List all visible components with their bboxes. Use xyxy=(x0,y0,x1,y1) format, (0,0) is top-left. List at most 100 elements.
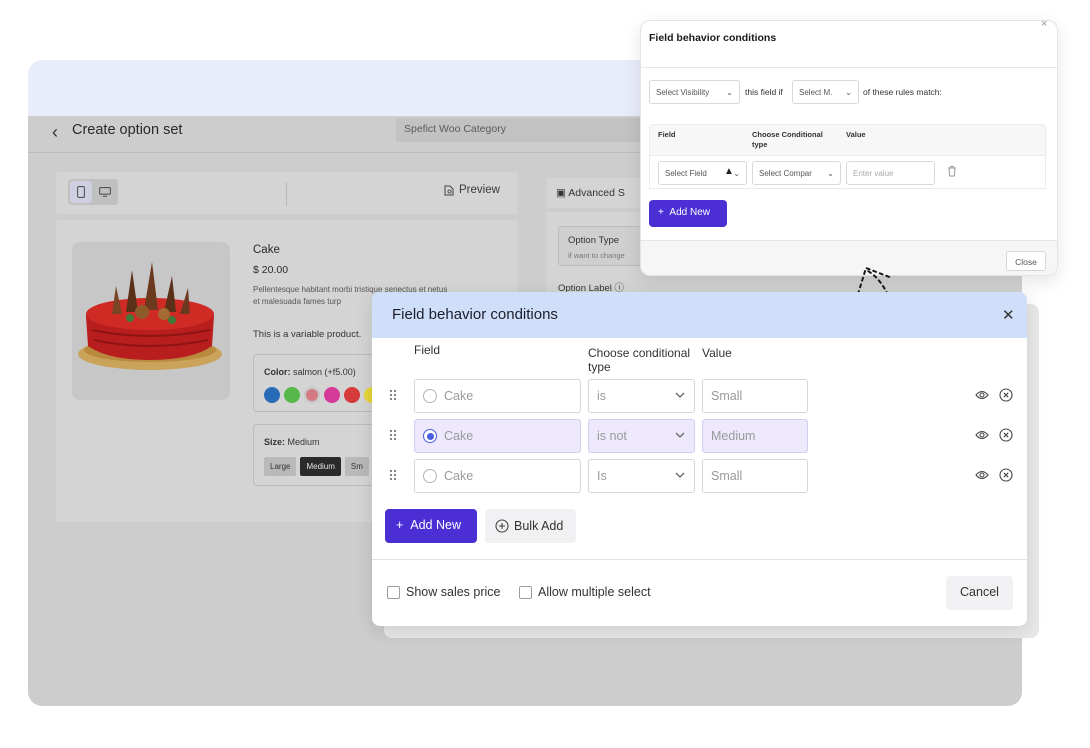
back-chevron-icon[interactable]: ‹ xyxy=(52,122,58,143)
option-type-label: Option Type xyxy=(568,235,620,246)
allow-multiple-select-label: Allow multiple select xyxy=(538,585,651,599)
value-input[interactable]: Small xyxy=(702,379,808,413)
conditional-type-select[interactable]: is xyxy=(588,379,695,413)
color-swatch[interactable] xyxy=(284,387,300,403)
column-header-field: Field xyxy=(414,343,441,357)
conditional-type-value: Is xyxy=(597,469,607,483)
plus-icon: + xyxy=(658,207,664,218)
size-option-box: Size: Medium Large Medium Sm xyxy=(253,424,383,486)
cake-illustration xyxy=(78,262,222,370)
drag-handle-icon[interactable] xyxy=(388,388,398,402)
divider xyxy=(286,182,287,206)
conditional-type-select[interactable]: is not xyxy=(588,419,695,453)
plus-circle-icon xyxy=(495,519,509,533)
field-value: Cake xyxy=(444,389,474,403)
row-radio[interactable] xyxy=(423,389,437,403)
add-new-button[interactable]: + Add New xyxy=(649,200,727,227)
match-select[interactable]: Select M. ⌄ xyxy=(792,80,859,104)
dialog-header: Field behavior conditions ✕ xyxy=(372,292,1027,338)
preview-button[interactable]: Preview xyxy=(444,184,500,196)
field-select[interactable]: Cake xyxy=(414,419,581,453)
color-swatch[interactable] xyxy=(304,387,320,403)
visibility-select[interactable]: Select Visibility ⌄ xyxy=(649,80,740,104)
value-text: Small xyxy=(711,469,743,483)
conditions-table-header: Field Choose Conditional type Value xyxy=(649,124,1046,156)
size-option[interactable]: Large xyxy=(264,457,297,476)
chevron-down-icon: ⌄ xyxy=(827,169,834,178)
chevron-down-icon: ⌄ xyxy=(733,169,740,178)
condition-row: Cake is Small xyxy=(372,379,1027,413)
show-sales-price-label: Show sales price xyxy=(406,585,501,599)
row-radio[interactable] xyxy=(423,469,437,483)
chevron-down-icon xyxy=(675,392,685,398)
this-field-if-text: this field if xyxy=(745,87,783,97)
row-radio[interactable] xyxy=(423,429,437,443)
value-text: Medium xyxy=(711,429,756,443)
column-header-value: Value xyxy=(846,130,866,139)
value-input[interactable]: Small xyxy=(702,459,808,493)
settings-icon: ▣ xyxy=(556,187,566,199)
eye-icon[interactable] xyxy=(975,389,989,401)
preview-label: Preview xyxy=(459,184,500,196)
close-icon[interactable]: ✕ xyxy=(1002,306,1015,324)
field-select[interactable]: Cake xyxy=(414,379,581,413)
field-select[interactable]: Cake xyxy=(414,459,581,493)
device-toggle xyxy=(68,179,118,205)
color-swatch[interactable] xyxy=(264,387,280,403)
condition-row: Cake Is Small xyxy=(372,459,1027,493)
conditions-table-row: Select Field ⌄ ▲ Select Compar ⌄ Enter val… xyxy=(649,155,1046,189)
column-header-value: Value xyxy=(702,346,732,360)
value-input[interactable]: Enter value xyxy=(846,161,935,185)
size-label: Size: Medium xyxy=(264,437,320,447)
category-input[interactable]: Spefict Woo Category xyxy=(396,118,642,142)
field-value: Cake xyxy=(444,469,474,483)
show-sales-price-checkbox[interactable] xyxy=(387,586,400,599)
add-new-button[interactable]: + Add New xyxy=(385,509,477,543)
eye-icon[interactable] xyxy=(975,469,989,481)
size-option[interactable]: Sm xyxy=(344,457,369,476)
chevron-down-icon: ⌄ xyxy=(845,88,852,97)
product-name: Cake xyxy=(253,244,280,256)
column-header-type: Choose Conditional type xyxy=(752,130,823,149)
chevron-down-icon xyxy=(675,472,685,478)
eye-icon[interactable] xyxy=(975,429,989,441)
color-swatch[interactable] xyxy=(324,387,340,403)
conditional-type-select[interactable]: Is xyxy=(588,459,695,493)
column-header-type: Choose conditional type xyxy=(588,346,691,374)
allow-multiple-select-checkbox[interactable] xyxy=(519,586,532,599)
chevron-down-icon xyxy=(675,432,685,438)
divider xyxy=(641,67,1057,68)
field-value: Cake xyxy=(444,429,474,443)
page-title: Create option set xyxy=(72,122,183,138)
drag-handle-icon[interactable] xyxy=(388,428,398,442)
value-input[interactable]: Medium xyxy=(702,419,808,453)
product-price: $ 20.00 xyxy=(253,264,289,276)
size-option[interactable]: Medium xyxy=(300,457,341,476)
bulk-add-button[interactable]: Bulk Add xyxy=(485,509,576,543)
preview-icon xyxy=(444,185,454,195)
close-button[interactable]: Close xyxy=(1006,251,1046,271)
remove-icon[interactable] xyxy=(999,468,1013,482)
conditional-type-select[interactable]: Select Compar ⌄ xyxy=(752,161,841,185)
value-text: Small xyxy=(711,389,743,403)
conditional-type-value: is not xyxy=(597,429,627,443)
dialog-title: Field behavior conditions xyxy=(649,32,777,44)
drag-handle-icon[interactable] xyxy=(388,468,398,482)
chevron-down-icon: ⌄ xyxy=(726,88,733,97)
desktop-view-button[interactable] xyxy=(94,181,116,203)
remove-icon[interactable] xyxy=(999,428,1013,442)
plus-icon: + xyxy=(396,518,404,532)
trash-icon[interactable] xyxy=(947,165,957,177)
color-option-box: Color: salmon (+f5.00) xyxy=(253,354,383,412)
color-swatch[interactable] xyxy=(344,387,360,403)
remove-icon[interactable] xyxy=(999,388,1013,402)
conditional-type-value: is xyxy=(597,389,607,403)
cancel-button[interactable]: Cancel xyxy=(946,576,1013,610)
mobile-view-button[interactable] xyxy=(70,181,92,203)
phone-icon xyxy=(77,186,85,198)
column-header-field: Field xyxy=(658,130,676,139)
close-icon[interactable]: × xyxy=(1041,21,1047,30)
rules-match-text: of these rules match: xyxy=(863,87,942,97)
variable-note: This is a variable product. xyxy=(253,329,362,340)
dialog-title: Field behavior conditions xyxy=(392,306,558,323)
